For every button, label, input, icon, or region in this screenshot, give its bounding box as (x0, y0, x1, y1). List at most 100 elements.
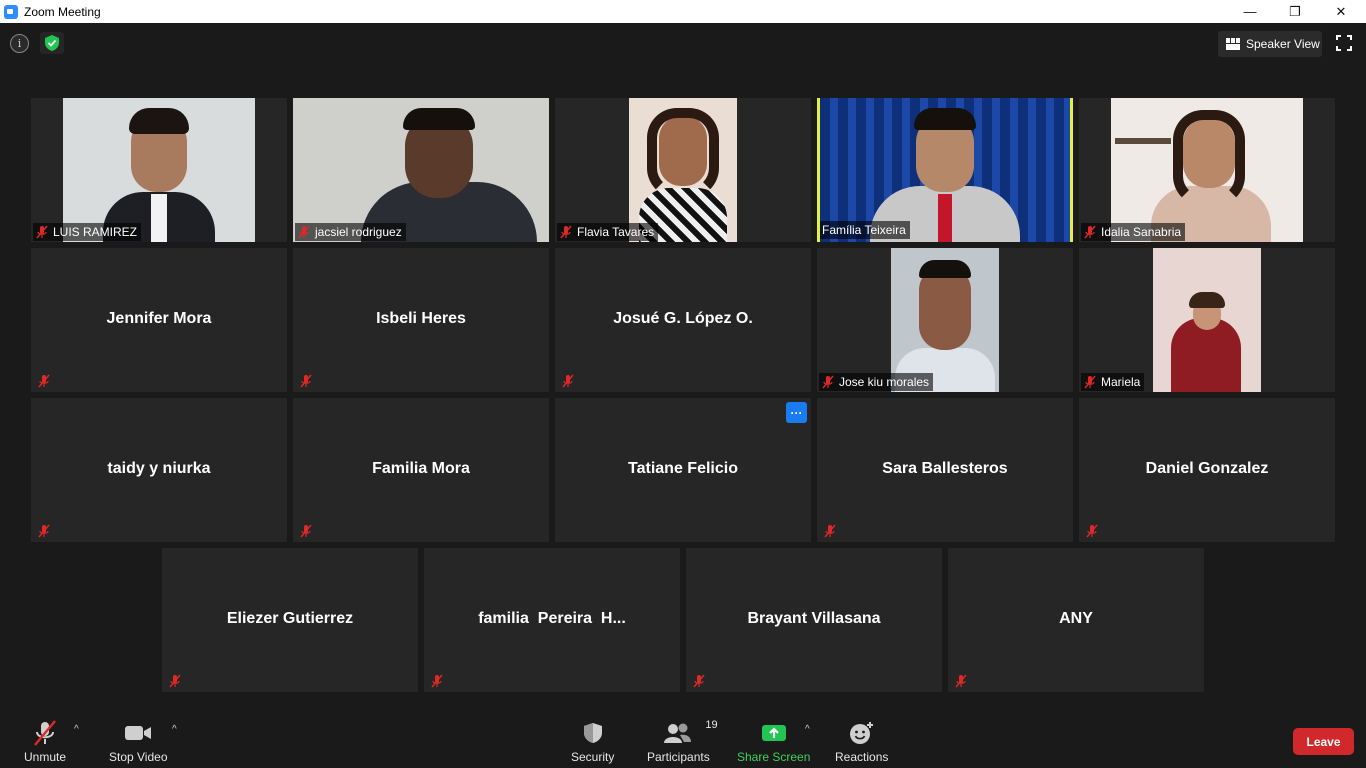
participant-video (63, 98, 255, 242)
participant-name: Daniel Gonzalez (1145, 460, 1269, 477)
unmute-button[interactable]: Unmute (24, 720, 66, 764)
participant-name: Jose kiu morales (839, 375, 930, 389)
mic-muted-icon (693, 674, 705, 688)
participant-tile[interactable]: taidy y niurka (31, 398, 287, 542)
participant-name-caption: Flavia Tavares (557, 223, 659, 241)
video-tile[interactable]: Mariela (1079, 248, 1335, 392)
participant-name: Sara Ballesteros (882, 460, 1008, 477)
share-screen-label: Share Screen (737, 750, 811, 764)
participant-name: Mariela (1101, 375, 1141, 389)
grid-icon (1226, 38, 1240, 50)
speaker-view-label: Speaker View (1246, 37, 1320, 51)
participant-name: Josué G. López O. (613, 310, 753, 327)
participants-label: Participants (647, 750, 710, 764)
mic-muted-icon (1086, 524, 1098, 538)
participant-name-caption: Jose kiu morales (819, 373, 934, 391)
mic-muted-icon (169, 674, 181, 688)
zoom-app-icon (4, 4, 18, 19)
reactions-icon (849, 720, 875, 746)
participant-name: Familia Mora (372, 460, 470, 477)
participant-tile[interactable]: Isbeli Heres (293, 248, 549, 392)
participant-name: Flavia Tavares (577, 225, 655, 239)
participant-name: Eliezer Gutierrez (226, 610, 354, 627)
participant-tile[interactable]: Josué G. López O. (555, 248, 811, 392)
mic-muted-icon (38, 524, 50, 538)
chevron-up-icon[interactable]: ^ (805, 724, 810, 735)
reactions-button[interactable]: Reactions (835, 720, 888, 764)
close-button[interactable]: ✕ (1318, 0, 1364, 23)
participant-name: Isbeli Heres (376, 310, 466, 327)
participant-name: Idalia Sanabria (1101, 225, 1182, 239)
participant-video (891, 248, 999, 392)
participant-name: Jennifer Mora (106, 310, 212, 327)
reactions-label: Reactions (835, 750, 889, 764)
participant-tile[interactable]: Familia Mora (293, 398, 549, 542)
mic-muted-icon (300, 374, 312, 388)
participant-name: LUIS RAMIREZ (53, 225, 138, 239)
security-button[interactable]: Security (571, 720, 614, 764)
video-tile[interactable]: Jose kiu morales (817, 248, 1073, 392)
video-tile[interactable]: Flavia Tavares (555, 98, 811, 242)
participant-name: Família Teixeira (822, 223, 906, 237)
fullscreen-icon[interactable] (1336, 35, 1352, 51)
mic-muted-icon (300, 524, 312, 538)
participant-tile[interactable]: Eliezer Gutierrez (162, 548, 418, 692)
mic-muted-icon (824, 524, 836, 538)
participant-video (1153, 248, 1261, 392)
chevron-up-icon[interactable]: ^ (74, 724, 79, 735)
participant-video (293, 98, 549, 242)
speaker-view-button[interactable]: Speaker View (1218, 31, 1322, 57)
leave-button[interactable]: Leave (1293, 728, 1354, 755)
participant-tile[interactable]: Brayant Villasana (686, 548, 942, 692)
participants-button[interactable]: 19 Participants (647, 719, 718, 764)
mic-muted-icon (431, 674, 443, 688)
participant-name-caption: Família Teixeira (820, 221, 910, 239)
minimize-button[interactable]: — (1227, 0, 1273, 23)
participants-count: 19 (705, 719, 718, 731)
mic-muted-icon (560, 225, 572, 239)
meeting-info-icon[interactable]: i (10, 34, 29, 53)
participant-name: jacsiel rodriguez (315, 225, 402, 239)
video-tile[interactable]: Idalia Sanabria (1079, 98, 1335, 242)
video-tile[interactable]: LUIS RAMIREZ (31, 98, 287, 242)
camera-icon (124, 720, 152, 746)
participant-tile[interactable]: Sara Ballesteros (817, 398, 1073, 542)
participant-video (629, 98, 737, 242)
participant-tile[interactable]: ··· Tatiane Felicio (555, 398, 811, 542)
mic-muted-icon (298, 225, 310, 239)
participant-video (1111, 98, 1303, 242)
stop-video-label: Stop Video (109, 750, 168, 764)
mic-muted-icon (36, 225, 48, 239)
meeting-toolbar: Unmute ^ Stop Video ^ Security 19 Partic… (0, 712, 1366, 768)
title-bar: Zoom Meeting — ❐ ✕ (0, 0, 1366, 23)
participant-name: Tatiane Felicio (628, 460, 738, 477)
shield-icon (583, 720, 603, 746)
mic-muted-icon (1084, 225, 1096, 239)
maximize-button[interactable]: ❐ (1272, 0, 1318, 23)
mic-muted-icon (822, 375, 834, 389)
participant-tile[interactable]: Jennifer Mora (31, 248, 287, 392)
participant-name-caption: Idalia Sanabria (1081, 223, 1186, 241)
chevron-up-icon[interactable]: ^ (172, 724, 177, 735)
active-speaker-tile[interactable]: Família Teixeira (817, 98, 1073, 242)
mic-muted-icon (955, 674, 967, 688)
participant-name-caption: LUIS RAMIREZ (33, 223, 142, 241)
security-label: Security (571, 750, 615, 764)
video-tile[interactable]: jacsiel rodriguez (293, 98, 549, 242)
share-screen-icon (761, 720, 787, 746)
stop-video-button[interactable]: Stop Video (109, 720, 168, 764)
participant-name-caption: jacsiel rodriguez (295, 223, 406, 241)
unmute-label: Unmute (24, 750, 67, 764)
participant-name-caption: Mariela (1081, 373, 1145, 391)
mic-muted-icon (32, 720, 58, 746)
share-screen-button[interactable]: Share Screen (737, 720, 810, 764)
encryption-shield-icon[interactable] (40, 32, 64, 54)
participant-name: taidy y niurka (107, 460, 211, 477)
more-options-button[interactable]: ··· (786, 402, 807, 423)
participant-tile[interactable]: familia Pereira H... (424, 548, 680, 692)
participant-tile[interactable]: Daniel Gonzalez (1079, 398, 1335, 542)
participant-name: familia Pereira H... (478, 610, 626, 627)
participant-tile[interactable]: ANY (948, 548, 1204, 692)
window-title: Zoom Meeting (24, 4, 101, 19)
participant-name: ANY (1059, 610, 1093, 627)
